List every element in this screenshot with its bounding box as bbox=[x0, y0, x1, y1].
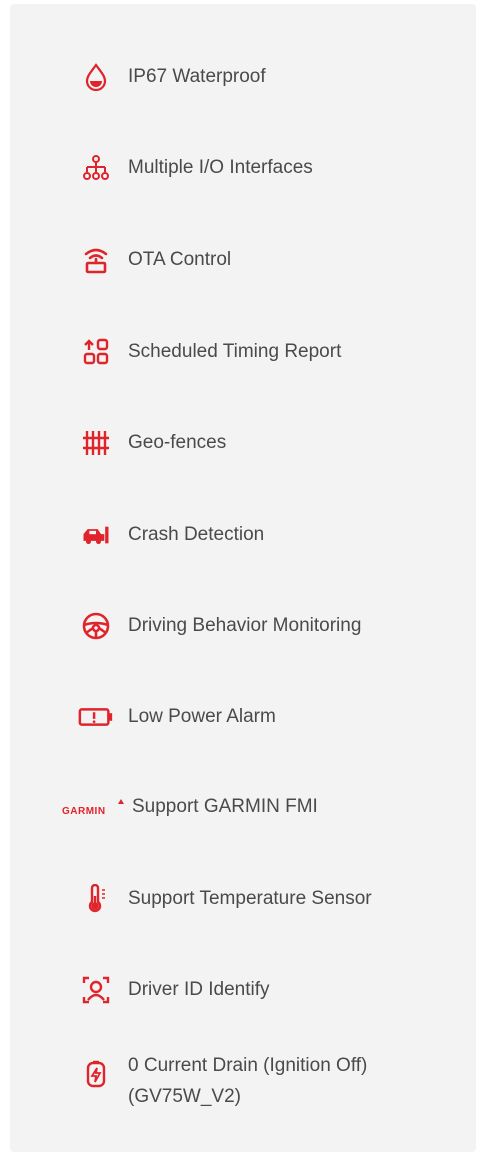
low-battery-icon bbox=[76, 697, 116, 737]
face-scan-icon bbox=[76, 970, 116, 1010]
battery-bolt-icon bbox=[76, 1054, 116, 1094]
network-hierarchy-icon bbox=[76, 148, 116, 188]
feature-label: Geo-fences bbox=[128, 432, 227, 453]
feature-label-line2: (GV75W_V2) bbox=[128, 1086, 241, 1107]
feature-label: OTA Control bbox=[128, 249, 232, 270]
thermometer-icon bbox=[76, 879, 116, 919]
wireless-router-icon bbox=[76, 240, 116, 280]
feature-label: Driving Behavior Monitoring bbox=[128, 615, 362, 636]
feature-label: Scheduled Timing Report bbox=[128, 341, 342, 362]
feature-label-line1: 0 Current Drain (Ignition Off) bbox=[128, 1055, 368, 1076]
feature-label: Multiple I/O Interfaces bbox=[128, 157, 313, 178]
schedule-grid-icon bbox=[76, 332, 116, 372]
car-crash-icon bbox=[76, 515, 116, 555]
svg-text:GARMIN: GARMIN bbox=[62, 806, 106, 817]
feature-label: IP67 Waterproof bbox=[128, 66, 266, 87]
feature-label: Support GARMIN FMI bbox=[132, 796, 318, 817]
feature-label: Driver ID Identify bbox=[128, 979, 270, 1000]
garmin-logo-icon: GARMIN bbox=[62, 797, 132, 817]
steering-wheel-icon bbox=[76, 606, 116, 646]
features-card: IP67 Waterproof Multiple I/O Interfaces … bbox=[10, 4, 476, 1152]
water-drop-icon bbox=[76, 57, 116, 97]
feature-label: Crash Detection bbox=[128, 524, 265, 545]
feature-label: 0 Current Drain (Ignition Off) (GV75W_V2… bbox=[128, 1050, 458, 1112]
fence-icon bbox=[76, 423, 116, 463]
feature-label: Low Power Alarm bbox=[128, 706, 276, 727]
feature-label: Support Temperature Sensor bbox=[128, 888, 372, 909]
